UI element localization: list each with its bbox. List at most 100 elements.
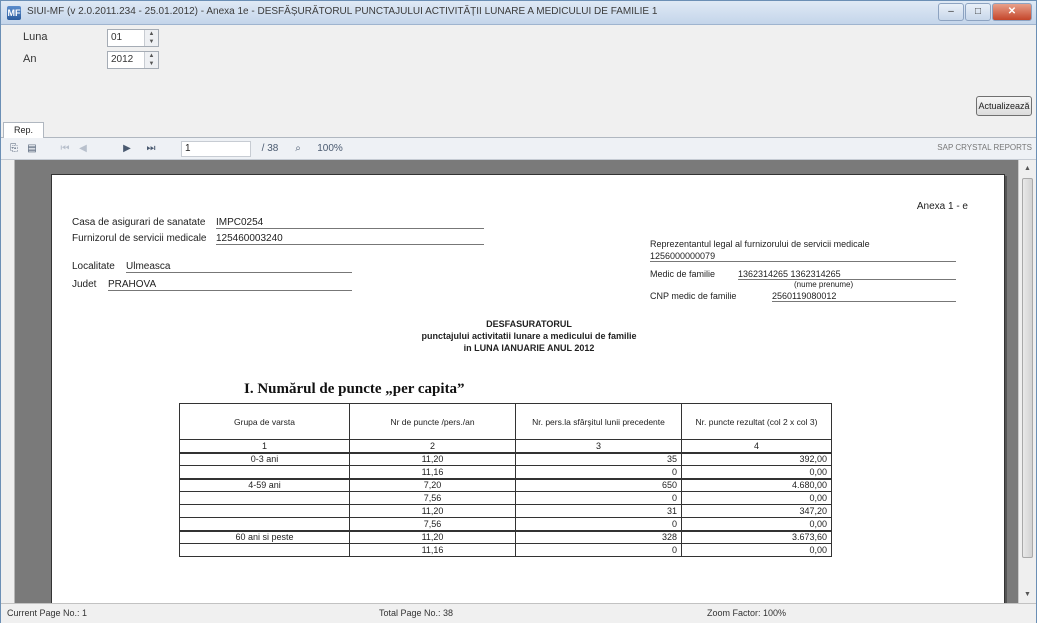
column-number: 4 xyxy=(681,439,832,453)
county-label: Judet xyxy=(72,279,97,290)
age-group-cell xyxy=(179,543,350,557)
column-number-row: 1 2 3 4 xyxy=(179,439,832,453)
year-label: An xyxy=(23,53,37,65)
table-row: 4-59 ani 7,20 650 4.680,00 xyxy=(179,477,832,492)
table-row: 60 ani si peste 11,20 328 3.673,60 xyxy=(179,529,832,544)
window-controls: – □ ✕ xyxy=(938,3,1032,21)
total-points-cell: 4.680,00 xyxy=(681,477,832,492)
total-points-cell: 3.673,60 xyxy=(681,529,832,544)
county-value: PRAHOVA xyxy=(108,279,352,291)
previous-page-icon[interactable]: ◀ xyxy=(77,141,89,157)
age-group-cell: 4-59 ani xyxy=(179,477,350,492)
month-spinner[interactable]: 01 ▲ ▼ xyxy=(107,29,159,47)
scroll-thumb[interactable] xyxy=(1022,178,1033,558)
points-cell: 7,56 xyxy=(349,491,516,505)
total-page-status: Total Page No.: 38 xyxy=(379,608,454,618)
annex-label: Anexa 1 - e xyxy=(916,201,968,212)
column-header: Nr. puncte rezultat (col 2 x col 3) xyxy=(681,403,832,440)
provider-label: Furnizorul de servicii medicale xyxy=(72,233,207,244)
column-header: Grupa de varsta xyxy=(179,403,350,440)
report-parameters: Luna 01 ▲ ▼ An 2012 ▲ ▼ Actualizează xyxy=(1,25,1036,120)
last-page-icon[interactable]: ⏭ xyxy=(145,141,157,157)
table-row: 0-3 ani 11,20 35 392,00 xyxy=(179,451,832,466)
locality-label: Localitate xyxy=(72,261,115,272)
points-cell: 11,16 xyxy=(349,543,516,557)
column-header: Nr. pers.la sfârşitul lunii precedente xyxy=(515,403,682,440)
column-number: 1 xyxy=(179,439,350,453)
report-page: Anexa 1 - e Casa de asigurari de sanatat… xyxy=(51,174,1005,603)
total-points-cell: 0,00 xyxy=(681,543,832,557)
export-icon[interactable]: ⎘ xyxy=(7,141,21,157)
spin-arrows-icon[interactable]: ▲ ▼ xyxy=(144,30,158,46)
points-cell: 11,20 xyxy=(349,504,516,518)
persons-cell: 328 xyxy=(515,529,682,544)
persons-cell: 0 xyxy=(515,543,682,557)
vertical-scrollbar[interactable]: ▲ ▼ xyxy=(1018,160,1036,603)
doctor-note: (nume prenume) xyxy=(794,280,854,289)
tab-report[interactable]: Rep. xyxy=(3,122,45,138)
doctor-value: 1362314265 1362314265 xyxy=(738,269,956,280)
month-label: Luna xyxy=(23,31,48,43)
crystal-branding: SAP CRYSTAL REPORTS xyxy=(937,143,1032,152)
first-page-icon[interactable]: ⏮ xyxy=(59,141,71,157)
page-count: / 38 xyxy=(261,143,279,154)
legal-rep-value: 1256000000079 xyxy=(650,251,956,262)
viewer-toolbar: ⎘ ▤ ⏮ ◀ ▶ ⏭ 1 / 38 ⌕ 100% SAP CRYSTAL RE… xyxy=(1,138,1036,160)
persons-cell: 35 xyxy=(515,451,682,466)
doctor-label: Medic de familie xyxy=(650,269,716,279)
total-points-cell: 0,00 xyxy=(681,517,832,531)
persons-cell: 0 xyxy=(515,491,682,505)
total-points-cell: 347,20 xyxy=(681,504,832,518)
points-cell: 11,20 xyxy=(349,529,516,544)
tab-bar: Rep. xyxy=(1,120,1036,138)
table-row: 7,56 0 0,00 xyxy=(179,491,832,505)
search-icon[interactable]: ⌕ xyxy=(291,141,305,157)
close-button[interactable]: ✕ xyxy=(992,3,1032,21)
age-group-cell xyxy=(179,504,350,518)
window-title: SIUI-MF (v 2.0.2011.234 - 25.01.2012) - … xyxy=(27,6,658,17)
persons-cell: 650 xyxy=(515,477,682,492)
scroll-up-icon[interactable]: ▲ xyxy=(1021,162,1034,175)
total-points-cell: 392,00 xyxy=(681,451,832,466)
age-group-cell xyxy=(179,491,350,505)
status-bar: Current Page No.: 1 Total Page No.: 38 Z… xyxy=(1,603,1036,623)
print-icon[interactable]: ▤ xyxy=(25,141,39,157)
table-row: 11,16 0 0,00 xyxy=(179,465,832,479)
refresh-button[interactable]: Actualizează xyxy=(976,96,1032,116)
scroll-down-icon[interactable]: ▼ xyxy=(1021,588,1034,601)
year-spinner[interactable]: 2012 ▲ ▼ xyxy=(107,51,159,69)
page-number-input[interactable]: 1 xyxy=(181,141,251,157)
report-viewer: ▲ ▼ Anexa 1 - e Casa de asigurari de san… xyxy=(1,160,1036,603)
table-body: 0-3 ani 11,20 35 392,00 11,16 0 0,00 4-59 ani 7,… xyxy=(179,451,832,557)
table-row: 7,56 0 0,00 xyxy=(179,517,832,531)
legal-rep-label: Reprezentantul legal al furnizorului de … xyxy=(650,239,870,249)
provider-value: 125460003240 xyxy=(216,233,484,245)
column-number: 3 xyxy=(515,439,682,453)
title-bar: MF SIUI-MF (v 2.0.2011.234 - 25.01.2012)… xyxy=(1,1,1036,25)
next-page-icon[interactable]: ▶ xyxy=(121,141,133,157)
column-header: Nr de puncte /pers./an xyxy=(349,403,516,440)
points-cell: 7,20 xyxy=(349,477,516,492)
total-points-cell: 0,00 xyxy=(681,491,832,505)
report-period: in LUNA IANUARIE ANUL 2012 xyxy=(463,343,595,353)
maximize-button[interactable]: □ xyxy=(965,3,991,21)
group-tree-panel xyxy=(1,160,15,603)
persons-cell: 31 xyxy=(515,504,682,518)
table-row: 11,20 31 347,20 xyxy=(179,504,832,518)
points-cell: 7,56 xyxy=(349,517,516,531)
table-row: 11,16 0 0,00 xyxy=(179,543,832,557)
zoom-dropdown[interactable]: 100% xyxy=(313,141,347,157)
persons-cell: 0 xyxy=(515,517,682,531)
spin-arrows-icon[interactable]: ▲ ▼ xyxy=(144,52,158,68)
insurer-label: Casa de asigurari de sanatate xyxy=(72,217,206,228)
report-subheading: punctajului activitatii lunare a medicul… xyxy=(421,331,637,341)
report-heading: DESFASURATORUL xyxy=(486,319,572,329)
age-group-cell xyxy=(179,465,350,479)
total-points-cell: 0,00 xyxy=(681,465,832,479)
table-header-row: Grupa de varsta Nr de puncte /pers./an N… xyxy=(179,403,832,440)
locality-value: Ulmeasca xyxy=(126,261,352,273)
cnp-value: 2560119080012 xyxy=(772,291,956,302)
minimize-button[interactable]: – xyxy=(938,3,964,21)
column-number: 2 xyxy=(349,439,516,453)
current-page-status: Current Page No.: 1 xyxy=(7,608,88,618)
